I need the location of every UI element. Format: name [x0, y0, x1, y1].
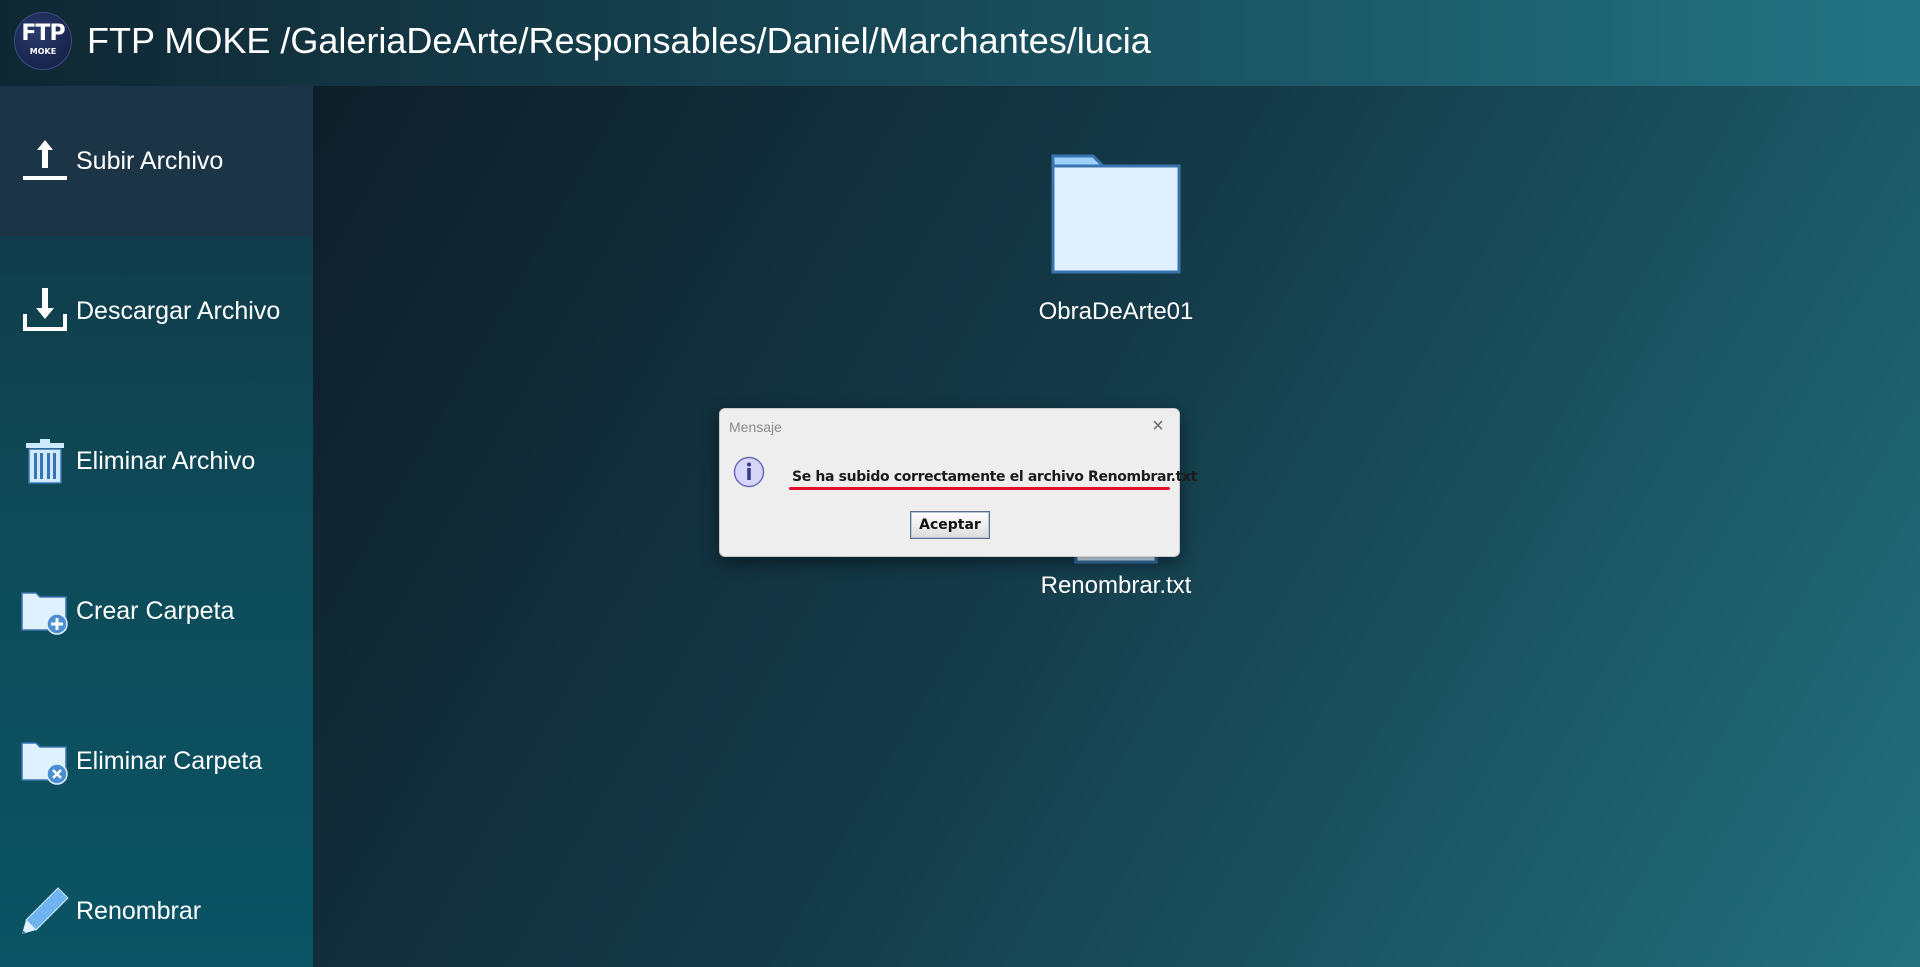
sidebar-item-subir-archivo[interactable]: Subir Archivo — [0, 86, 313, 236]
sidebar-item-label: Descargar Archivo — [76, 296, 281, 325]
sidebar-item-label: Crear Carpeta — [76, 596, 235, 625]
sidebar-item-descargar-archivo[interactable]: Descargar Archivo — [0, 236, 313, 386]
pencil-icon — [20, 886, 70, 936]
red-highlight-underline — [789, 487, 1170, 490]
path-title: FTP MOKE /GaleriaDeArte/Responsables/Dan… — [87, 20, 1151, 61]
file-name: Renombrar.txt — [1040, 572, 1192, 599]
folder-delete-icon — [20, 736, 70, 786]
sidebar-item-label: Subir Archivo — [76, 146, 224, 175]
folder-name: ObraDeArte01 — [1038, 298, 1194, 325]
accept-button[interactable]: Aceptar — [910, 511, 990, 539]
info-icon — [733, 456, 765, 488]
trash-icon — [20, 436, 70, 486]
ftp-moke-logo: FTP MOKE — [14, 12, 72, 70]
upload-icon — [20, 136, 70, 186]
close-icon[interactable]: × — [1147, 415, 1169, 437]
download-icon — [20, 286, 70, 336]
sidebar-item-crear-carpeta[interactable]: Crear Carpeta — [0, 536, 313, 686]
sidebar-item-label: Renombrar — [76, 896, 202, 925]
sidebar: Subir Archivo Descargar Archivo Eliminar… — [0, 86, 313, 967]
message-dialog: Mensaje × Se ha subido correctamente el … — [719, 408, 1197, 557]
sidebar-item-renombrar[interactable]: Renombrar — [0, 836, 313, 967]
folder-item[interactable]: ObraDeArte01 — [1026, 154, 1206, 326]
logo-text-small: MOKE — [29, 47, 57, 56]
folder-add-icon — [20, 586, 70, 636]
sidebar-item-eliminar-carpeta[interactable]: Eliminar Carpeta — [0, 686, 313, 836]
logo-text-big: FTP — [21, 21, 65, 46]
sidebar-item-label: Eliminar Archivo — [76, 446, 256, 475]
sidebar-item-eliminar-archivo[interactable]: Eliminar Archivo — [0, 386, 313, 536]
dialog-title: Mensaje — [729, 419, 782, 435]
dialog-message: Se ha subido correctamente el archivo Re… — [792, 469, 1197, 485]
folder-icon — [1050, 154, 1182, 274]
app-header: FTP MOKE FTP MOKE /GaleriaDeArte/Respons… — [0, 0, 1920, 86]
sidebar-item-label: Eliminar Carpeta — [76, 746, 263, 775]
